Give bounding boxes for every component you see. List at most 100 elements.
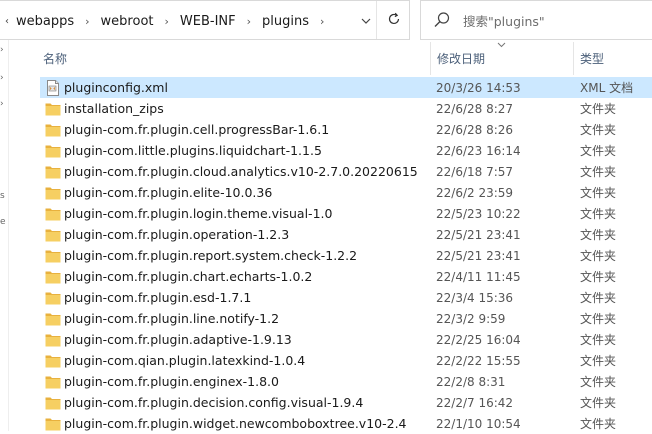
file-type: 文件夹 [580, 228, 617, 242]
refresh-icon [387, 12, 401, 29]
file-modified-date: 22/5/21 23:41 [436, 248, 521, 263]
file-modified-date: 22/4/11 11:45 [436, 269, 521, 284]
folder-icon [45, 143, 61, 158]
file-name: installation_zips [64, 101, 164, 116]
breadcrumb-item-web-inf[interactable]: WEB-INF [178, 14, 238, 29]
nav-item-icon[interactable]: e [0, 218, 7, 227]
file-row[interactable]: plugin-com.fr.plugin.adaptive-1.9.13 22/2… [40, 329, 652, 350]
breadcrumb-item-webapps[interactable]: webapps [14, 14, 76, 29]
folder-icon [45, 206, 61, 221]
file-row[interactable]: plugin-com.fr.plugin.cell.progressBar-1.… [40, 119, 652, 140]
column-header-type[interactable]: 类型 [573, 42, 652, 75]
file-row[interactable]: plugin-com.fr.plugin.chart.echarts-1.0.2… [40, 266, 652, 287]
file-name: pluginconfig.xml [64, 80, 168, 95]
file-modified-date: 22/2/8 8:31 [436, 374, 506, 389]
folder-icon [45, 248, 61, 263]
file-modified-date: 22/6/28 8:27 [436, 101, 514, 116]
file-row[interactable]: plugin-com.little.plugins.liquidchart-1.… [40, 140, 652, 161]
folder-icon [45, 332, 61, 347]
breadcrumb-item-plugins[interactable]: plugins [260, 14, 311, 29]
file-row[interactable]: plugin-com.fr.plugin.cloud.analytics.v10… [40, 161, 652, 182]
folder-icon [45, 185, 61, 200]
file-name: plugin-com.fr.plugin.esd-1.7.1 [64, 290, 252, 305]
file-type: 文件夹 [580, 207, 617, 221]
file-modified-date: 22/6/28 8:26 [436, 122, 514, 137]
file-name: plugin-com.fr.plugin.report.system.check… [64, 248, 358, 263]
nav-expand-icon[interactable]: › [0, 100, 7, 109]
chevron-down-icon [361, 16, 371, 27]
column-header-row: 名称 修改日期 类型 [33, 42, 652, 75]
file-name: plugin-com.little.plugins.liquidchart-1.… [64, 143, 322, 158]
nav-expand-icon[interactable]: › [0, 46, 7, 55]
file-row[interactable]: plugin-com.fr.plugin.elite-10.0.36 22/6/2… [40, 182, 652, 203]
file-type: 文件夹 [580, 165, 617, 179]
folder-icon [45, 269, 61, 284]
file-row[interactable]: plugin-com.fr.plugin.decision.config.vis… [40, 392, 652, 413]
file-name: plugin-com.fr.plugin.operation-1.2.3 [64, 227, 290, 242]
search-box[interactable]: 搜索"plugins" [420, 0, 652, 40]
xml-file-icon [45, 80, 61, 96]
navigation-pane[interactable]: › › › s e [0, 40, 9, 431]
breadcrumb-separator-icon[interactable]: › [156, 15, 178, 28]
file-name: plugin-com.fr.plugin.widget.newcomboboxt… [64, 416, 407, 431]
file-type: 文件夹 [580, 186, 617, 200]
file-type: 文件夹 [580, 333, 617, 347]
file-row[interactable]: plugin-com.fr.plugin.enginex-1.8.0 22/2/8… [40, 371, 652, 392]
file-type: 文件夹 [580, 354, 617, 368]
address-bar[interactable]: ‹ webapps › webroot › WEB-INF › plugins … [0, 0, 410, 40]
breadcrumb-item-webroot[interactable]: webroot [99, 14, 156, 29]
file-row[interactable]: plugin-com.fr.plugin.operation-1.2.3 22/5… [40, 224, 652, 245]
file-modified-date: 22/1/10 10:54 [436, 416, 521, 431]
file-row[interactable]: plugin-com.fr.plugin.line.notify-1.2 22/3… [40, 308, 652, 329]
folder-icon [45, 353, 61, 368]
folder-icon [45, 101, 61, 116]
nav-item-icon[interactable]: s [0, 192, 7, 201]
address-history-dropdown[interactable] [356, 2, 376, 40]
file-modified-date: 22/5/23 10:22 [436, 206, 521, 221]
breadcrumb-separator-icon[interactable]: › [311, 15, 333, 28]
breadcrumb-separator-icon[interactable]: › [76, 15, 98, 28]
breadcrumb-overflow-icon[interactable]: ‹ [0, 16, 14, 27]
file-type: 文件夹 [580, 375, 617, 389]
file-row[interactable]: plugin-com.fr.plugin.esd-1.7.1 22/3/4 15:… [40, 287, 652, 308]
file-name: plugin-com.fr.plugin.cell.progressBar-1.… [64, 122, 330, 137]
file-type: 文件夹 [580, 249, 617, 263]
refresh-button[interactable] [376, 1, 410, 39]
breadcrumb: ‹ webapps › webroot › WEB-INF › plugins … [0, 1, 333, 41]
file-row[interactable]: pluginconfig.xml 20/3/26 14:53 XML 文档 [40, 77, 652, 98]
file-name: plugin-com.qian.plugin.latexkind-1.0.4 [64, 353, 306, 368]
file-name: plugin-com.fr.plugin.enginex-1.8.0 [64, 374, 279, 389]
search-icon [433, 11, 451, 29]
folder-icon [45, 416, 61, 431]
column-header-date[interactable]: 修改日期 [430, 42, 573, 75]
file-modified-date: 22/2/22 15:55 [436, 353, 521, 368]
search-input[interactable]: 搜索"plugins" [463, 11, 545, 30]
file-type: 文件夹 [580, 396, 617, 410]
file-type: 文件夹 [580, 291, 617, 305]
file-name: plugin-com.fr.plugin.adaptive-1.9.13 [64, 332, 292, 347]
file-modified-date: 22/5/21 23:41 [436, 227, 521, 242]
file-type: 文件夹 [580, 144, 617, 158]
file-modified-date: 22/2/25 16:04 [436, 332, 521, 347]
file-row[interactable]: installation_zips 22/6/28 8:27 文件夹 [40, 98, 652, 119]
file-type: 文件夹 [580, 417, 617, 431]
nav-expand-icon[interactable]: › [0, 74, 7, 83]
file-row[interactable]: plugin-com.qian.plugin.latexkind-1.0.4 22… [40, 350, 652, 371]
column-header-name[interactable]: 名称 [33, 42, 430, 75]
folder-icon [45, 395, 61, 410]
breadcrumb-separator-icon[interactable]: › [238, 15, 260, 28]
file-name: plugin-com.fr.plugin.decision.config.vis… [64, 395, 364, 410]
file-name: plugin-com.fr.plugin.cloud.analytics.v10… [64, 164, 418, 179]
folder-icon [45, 122, 61, 137]
file-modified-date: 22/2/7 16:42 [436, 395, 514, 410]
file-list: pluginconfig.xml 20/3/26 14:53 XML 文档 inst… [40, 77, 652, 434]
file-modified-date: 22/3/4 15:36 [436, 290, 514, 305]
file-row[interactable]: plugin-com.fr.plugin.login.theme.visual-… [40, 203, 652, 224]
file-name: plugin-com.fr.plugin.elite-10.0.36 [64, 185, 273, 200]
file-name: plugin-com.fr.plugin.login.theme.visual-… [64, 206, 333, 221]
file-type: XML 文档 [580, 81, 634, 95]
file-row[interactable]: plugin-com.fr.plugin.report.system.check… [40, 245, 652, 266]
file-name: plugin-com.fr.plugin.line.notify-1.2 [64, 311, 280, 326]
file-modified-date: 20/3/26 14:53 [436, 80, 521, 95]
file-modified-date: 22/6/2 23:59 [436, 185, 514, 200]
